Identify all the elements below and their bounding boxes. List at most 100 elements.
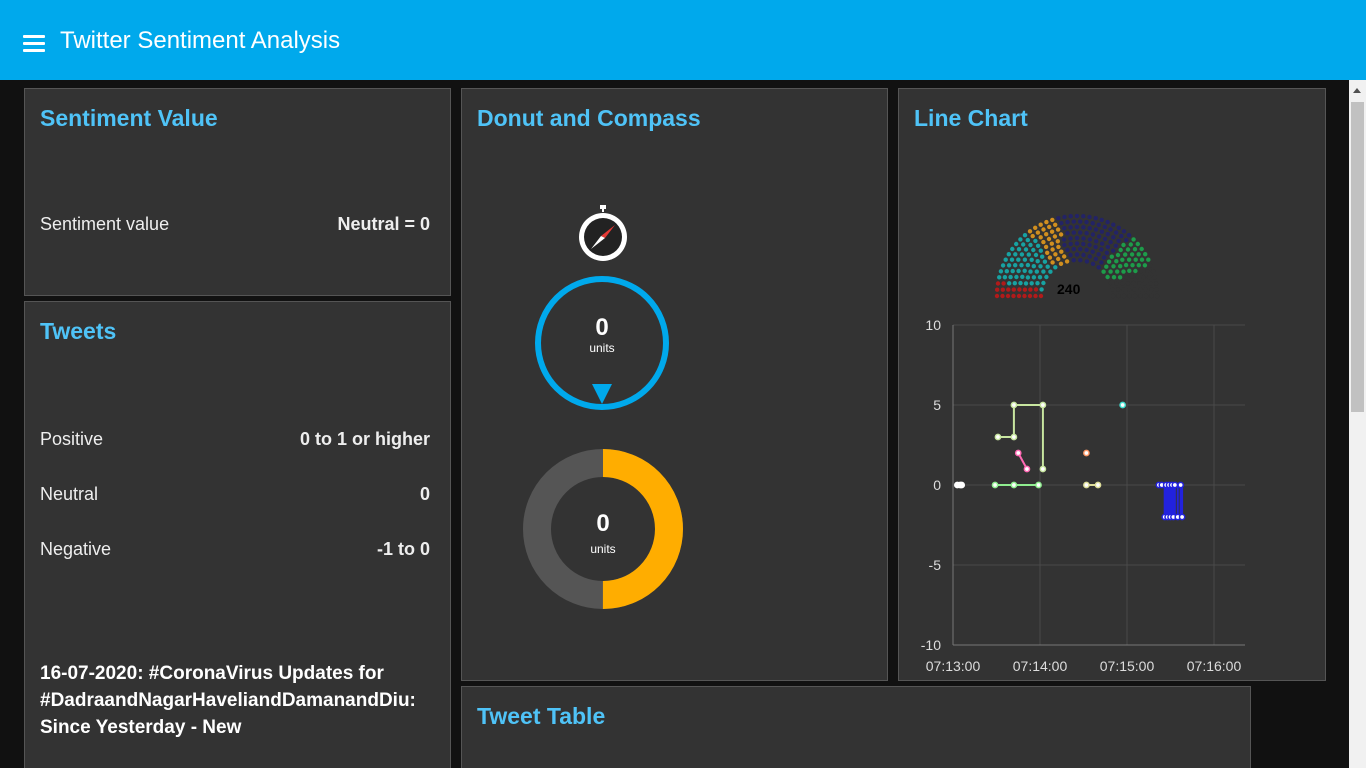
parliament-seat <box>1045 250 1050 255</box>
parliament-seat <box>1104 264 1109 269</box>
hamburger-menu-icon[interactable] <box>22 34 48 52</box>
parliament-seat <box>1153 281 1159 286</box>
parliament-seat <box>1152 275 1157 280</box>
sentiment-value-card: Sentiment Value Sentiment value Neutral … <box>24 88 451 296</box>
parliament-seat <box>1133 257 1138 262</box>
parliament-seat <box>1120 281 1125 286</box>
parliament-seat <box>1108 269 1113 274</box>
parliament-seat <box>1130 263 1135 268</box>
scroll-thumb[interactable] <box>1351 102 1364 412</box>
parliament-seat <box>1030 233 1035 239</box>
parliament-seat <box>1081 241 1086 247</box>
parliament-seat <box>1035 259 1040 264</box>
parliament-seat <box>998 269 1004 274</box>
card-title: Line Chart <box>914 105 1028 131</box>
page-scrollbar[interactable] <box>1349 80 1366 768</box>
parliament-seat <box>1099 260 1104 265</box>
scroll-up-arrow-icon[interactable] <box>1353 88 1361 93</box>
parliament-seat <box>1049 241 1054 246</box>
parliament-seat <box>1011 287 1016 292</box>
parliament-seat <box>1090 232 1096 237</box>
parliament-seat <box>1025 275 1031 280</box>
parliament-seat <box>995 281 1001 286</box>
parliament-seat <box>1096 234 1102 239</box>
parliament-seat <box>1071 246 1076 252</box>
parliament-total: 240 <box>1057 281 1081 297</box>
parliament-seat <box>1116 225 1121 230</box>
parliament-seat <box>1111 264 1116 269</box>
parliament-seat <box>1108 280 1113 286</box>
parliament-seat <box>1108 227 1113 232</box>
parliament-seat <box>1074 252 1080 257</box>
gauge-widget: 0 units <box>533 274 673 429</box>
parliament-seat <box>1031 275 1037 280</box>
donut-widget: 0 units <box>522 449 684 616</box>
negative-label: Negative <box>40 539 112 559</box>
parliament-seat <box>1135 274 1140 280</box>
donut-units: units <box>590 542 616 556</box>
parliament-seat <box>1033 287 1039 292</box>
parliament-seat <box>1139 246 1144 252</box>
parliament-seat <box>1018 237 1023 242</box>
parliament-seat <box>1013 263 1018 268</box>
parliament-seat <box>1139 268 1144 274</box>
parliament-seat <box>1124 237 1129 243</box>
data-point <box>1171 481 1179 489</box>
parliament-seat <box>1006 287 1011 292</box>
parliament-seat <box>1105 244 1111 250</box>
parliament-seat <box>1110 293 1116 299</box>
parliament-seat <box>1056 256 1061 262</box>
parliament-seat <box>1149 293 1154 299</box>
parliament-seat <box>1047 255 1053 260</box>
neutral-range: 0 <box>419 484 430 504</box>
parliament-seat <box>1110 287 1115 292</box>
tweet-table-card: Tweet Table <box>461 686 1251 768</box>
parliament-seat <box>1078 258 1083 263</box>
tweets-card: Tweets Positive 0 to 1 or higher Neutral… <box>24 301 451 768</box>
parliament-seat <box>1019 263 1024 268</box>
parliament-seat <box>1022 293 1027 299</box>
data-point <box>1178 513 1186 521</box>
parliament-seat <box>1141 274 1146 280</box>
parliament-seat <box>1118 247 1123 253</box>
donut-value: 0 <box>596 510 610 537</box>
parliament-seat <box>1027 293 1033 299</box>
parliament-seat <box>1109 254 1114 259</box>
data-point <box>1010 481 1018 489</box>
parliament-seat <box>1148 281 1153 286</box>
parliament-seat <box>1131 237 1136 242</box>
parliament-seat <box>1050 260 1055 265</box>
y-tick-label: 5 <box>933 397 941 413</box>
parliament-seat <box>1078 246 1083 252</box>
data-point <box>1035 481 1042 489</box>
data-point <box>1083 449 1090 457</box>
card-title: Tweets <box>40 318 117 344</box>
parliament-seat <box>1008 274 1013 280</box>
parliament-seat <box>1150 269 1156 274</box>
data-point <box>1023 465 1031 473</box>
parliament-seat <box>1044 219 1049 225</box>
parliament-seat <box>1126 257 1132 262</box>
parliament-seat <box>1004 269 1009 274</box>
parliament-seat <box>1034 269 1039 274</box>
parliament-seat <box>1049 229 1055 234</box>
parliament-seat <box>1058 261 1064 266</box>
gauge-units: units <box>589 341 615 355</box>
data-point <box>1083 481 1090 489</box>
parliament-seat <box>1005 293 1011 299</box>
parliament-seat <box>1093 227 1099 232</box>
parliament-seat <box>1046 236 1052 242</box>
parliament-seat <box>1037 275 1043 280</box>
positive-range: 0 to 1 or higher <box>299 429 430 449</box>
parliament-seat <box>1017 287 1022 292</box>
parliament-seat <box>1007 281 1012 286</box>
parliament-seat <box>1125 281 1131 286</box>
parliament-seat <box>1041 227 1046 232</box>
parliament-seat <box>1074 224 1080 230</box>
parliament-seat <box>1006 263 1012 268</box>
parliament-seat <box>1121 242 1126 248</box>
parliament-seat <box>1065 219 1070 225</box>
parliament-seat <box>1006 252 1011 257</box>
parliament-seat <box>1094 239 1099 244</box>
parliament-seat <box>1090 261 1096 266</box>
